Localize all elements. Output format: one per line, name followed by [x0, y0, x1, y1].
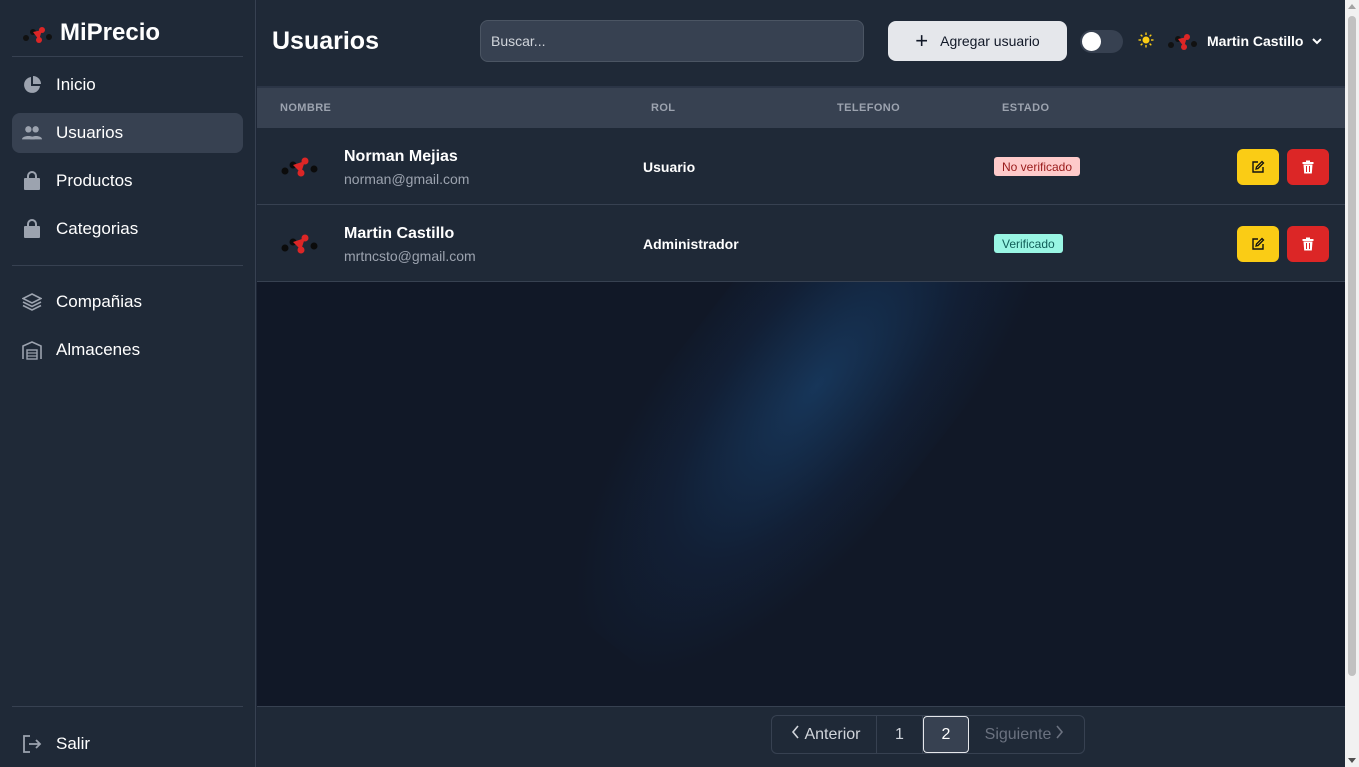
logout-icon: [22, 734, 42, 754]
sidebar: MiPrecio Inicio Usuarios Productos Categ…: [0, 0, 256, 767]
sidebar-divider: [12, 706, 243, 707]
scroll-up-arrow[interactable]: [1348, 4, 1356, 9]
toggle-knob: [1082, 32, 1101, 51]
edit-button[interactable]: [1237, 149, 1279, 185]
user-menu[interactable]: Martin Castillo: [1167, 28, 1323, 54]
header: Usuarios + Agregar usuario Martin Castil…: [257, 0, 1345, 86]
status-badge: No verificado: [994, 157, 1081, 176]
shopping-bag-icon: [22, 219, 42, 239]
column-header-nombre: NOMBRE: [280, 102, 332, 114]
users-table: NOMBRE ROL TELEFONO ESTADO Norman Mejias…: [257, 86, 1345, 706]
logout-label: Salir: [56, 734, 91, 753]
sidebar-item-label: Compañias: [56, 292, 142, 311]
search-input[interactable]: [480, 20, 864, 62]
sidebar-item-label: Inicio: [56, 75, 96, 94]
theme-toggle[interactable]: [1080, 30, 1123, 53]
sidebar-nav-secondary: Compañias Almacenes: [12, 282, 243, 378]
logout-button[interactable]: Salir: [12, 724, 243, 764]
footer: Anterior 1 2 Siguiente: [257, 706, 1345, 767]
page-button-1[interactable]: 1: [877, 716, 923, 753]
sidebar-item-almacenes[interactable]: Almacenes: [12, 330, 243, 370]
pagination: Anterior 1 2 Siguiente: [771, 715, 1085, 754]
sidebar-item-label: Almacenes: [56, 340, 141, 359]
brand[interactable]: MiPrecio: [12, 10, 243, 57]
user-name-cell: Martin Castillo: [344, 225, 455, 242]
table-row[interactable]: Martin Castillo mrtncsto@gmail.com Admin…: [257, 205, 1345, 282]
sidebar-item-usuarios[interactable]: Usuarios: [12, 113, 243, 153]
user-name-cell: Norman Mejias: [344, 148, 458, 165]
sidebar-item-companias[interactable]: Compañias: [12, 282, 243, 322]
page-scrollbar[interactable]: [1345, 0, 1359, 767]
table-header: NOMBRE ROL TELEFONO ESTADO: [257, 86, 1345, 128]
status-badge: Verificado: [994, 234, 1063, 253]
scroll-thumb[interactable]: [1348, 16, 1356, 676]
warehouse-icon: [22, 340, 42, 360]
edit-button[interactable]: [1237, 226, 1279, 262]
sidebar-item-productos[interactable]: Productos: [12, 161, 243, 201]
column-header-telefono: TELEFONO: [837, 102, 901, 114]
user-email-cell: norman@gmail.com: [344, 171, 470, 187]
table-row[interactable]: Norman Mejias norman@gmail.com Usuario N…: [257, 128, 1345, 205]
user-avatar: [1168, 34, 1197, 50]
brand-name: MiPrecio: [60, 19, 161, 46]
next-page-label: Siguiente: [984, 725, 1052, 743]
prev-page-label: Anterior: [804, 725, 861, 743]
users-icon: [22, 123, 42, 143]
column-header-rol: ROL: [651, 102, 676, 114]
sidebar-nav-main: Inicio Usuarios Productos Categorias: [12, 65, 243, 257]
delete-button[interactable]: [1287, 226, 1329, 262]
layers-icon: [22, 292, 42, 312]
add-user-label: Agregar usuario: [940, 33, 1040, 49]
add-user-button[interactable]: + Agregar usuario: [888, 21, 1067, 61]
trash-icon: [1302, 160, 1314, 174]
chevron-left-icon: [791, 725, 800, 744]
shopping-bag-icon: [22, 171, 42, 191]
delete-button[interactable]: [1287, 149, 1329, 185]
sun-icon: [1138, 32, 1154, 48]
user-email-cell: mrtncsto@gmail.com: [344, 248, 476, 264]
edit-icon: [1252, 160, 1265, 173]
miprecio-logo-icon: [23, 27, 52, 43]
next-page-button[interactable]: Siguiente: [969, 716, 1084, 753]
edit-icon: [1252, 237, 1265, 250]
column-header-estado: ESTADO: [1002, 102, 1050, 114]
sidebar-item-categorias[interactable]: Categorias: [12, 209, 243, 249]
user-role-cell: Administrador: [643, 236, 739, 252]
sidebar-item-inicio[interactable]: Inicio: [12, 65, 243, 105]
chevron-right-icon: [1055, 725, 1064, 744]
prev-page-button[interactable]: Anterior: [772, 716, 877, 753]
page-button-2[interactable]: 2: [923, 716, 969, 753]
user-avatar: [281, 157, 318, 177]
sidebar-item-label: Usuarios: [56, 123, 124, 142]
chevron-down-icon: [1312, 38, 1323, 45]
user-avatar: [281, 234, 318, 254]
plus-icon: +: [915, 28, 929, 53]
sidebar-divider: [12, 265, 243, 266]
scroll-down-arrow[interactable]: [1348, 758, 1356, 763]
trash-icon: [1302, 237, 1314, 251]
pie-chart-icon: [22, 75, 42, 95]
sidebar-item-label: Productos: [56, 171, 133, 190]
page-title: Usuarios: [272, 27, 379, 55]
user-name: Martin Castillo: [1207, 33, 1304, 49]
sidebar-item-label: Categorias: [56, 219, 139, 238]
sidebar-nav-footer: Salir: [12, 724, 243, 767]
user-role-cell: Usuario: [643, 159, 696, 175]
